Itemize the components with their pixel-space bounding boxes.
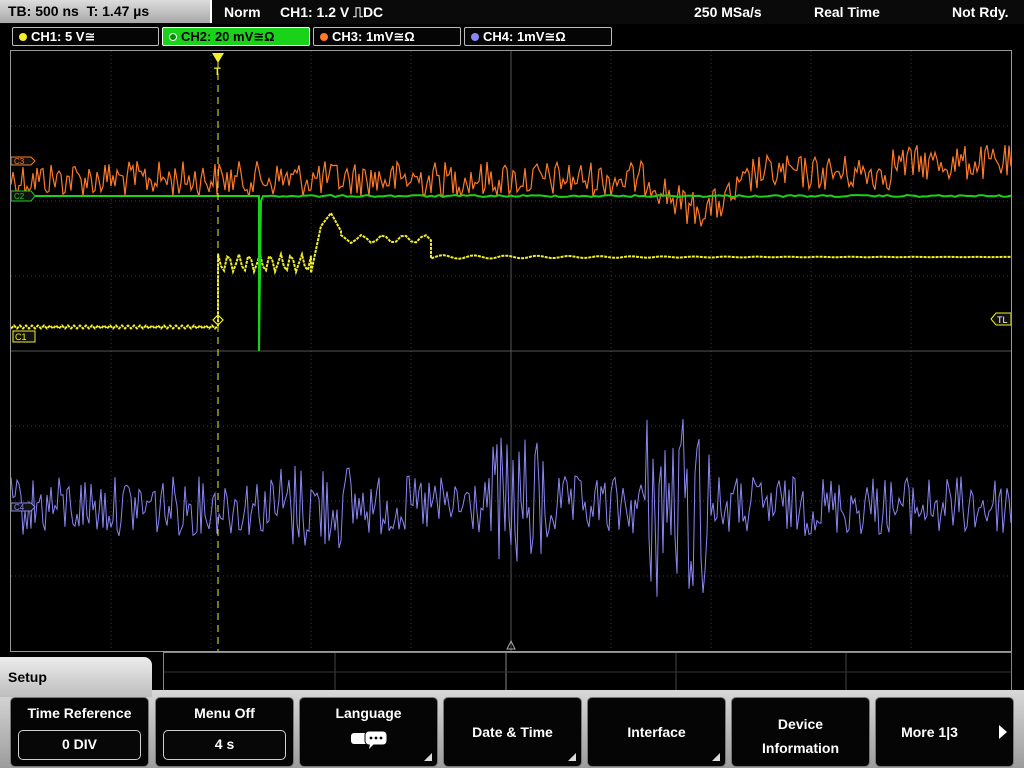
tab-ch3-label: CH3: 1mV≅Ω — [332, 29, 415, 44]
submenu-indicator-icon — [568, 753, 576, 761]
language-label: Language — [335, 705, 402, 721]
tab-ch4[interactable]: CH4: 1mV≅Ω — [464, 27, 612, 46]
device-information-label: Device Information — [762, 716, 839, 756]
interface-button[interactable]: Interface — [587, 697, 726, 767]
ch2-dot-icon — [169, 33, 177, 41]
sample-rate: 250 MSa/s — [694, 4, 762, 20]
waveform-canvas: T C3 C2 C1 C4 TL — [11, 51, 1011, 651]
tab-ch4-label: CH4: 1mV≅Ω — [483, 29, 566, 44]
trigger-level-label: TL — [997, 315, 1008, 325]
timebase-box[interactable]: TB: 500 ns T: 1.47 µs — [0, 0, 212, 23]
submenu-indicator-icon — [712, 753, 720, 761]
speech-bubble-icon — [351, 730, 388, 749]
interface-label: Interface — [627, 724, 686, 740]
trigger-mode[interactable]: Norm — [224, 0, 261, 24]
menu-off-label: Menu Off — [194, 705, 255, 721]
language-button[interactable]: Language — [299, 697, 438, 767]
tab-ch1-label: CH1: 5 V≅ — [31, 29, 96, 44]
tab-ch2[interactable]: CH2: 20 mV≅Ω — [162, 27, 310, 46]
ch2-marker-label: C2 — [14, 192, 25, 201]
trigger-info[interactable]: CH1: 1.2 V ⎍DC — [280, 0, 383, 24]
time-reference-button[interactable]: Time Reference 0 DIV — [10, 697, 149, 767]
submenu-indicator-icon — [424, 753, 432, 761]
ch1-marker[interactable]: C1 — [12, 330, 36, 343]
date-time-label: Date & Time — [472, 724, 553, 740]
ch4-dot-icon — [471, 33, 479, 41]
ch2-marker[interactable]: C2 — [11, 190, 36, 202]
date-time-button[interactable]: Date & Time — [443, 697, 582, 767]
ch1-marker-label: C1 — [15, 332, 27, 342]
acquisition-mode[interactable]: Real Time — [814, 0, 880, 24]
graticule-center — [11, 51, 1011, 651]
tab-ch1[interactable]: CH1: 5 V≅ — [12, 27, 159, 46]
more-button[interactable]: More 1|3 — [875, 697, 1014, 767]
ch4-marker[interactable]: C4 — [11, 502, 36, 512]
ch1-dot-icon — [19, 33, 27, 41]
time-reference-value: 0 DIV — [18, 730, 141, 760]
tab-ch3[interactable]: CH3: 1mV≅Ω — [313, 27, 461, 46]
trigger-level-marker[interactable]: TL — [990, 312, 1011, 326]
device-information-button[interactable]: Device Information — [731, 697, 870, 767]
menu-off-value: 4 s — [163, 730, 286, 760]
ch3-dot-icon — [320, 33, 328, 41]
trigger-status: Not Rdy. — [952, 4, 1009, 20]
arrow-right-icon — [999, 725, 1007, 739]
ch4-marker-label: C4 — [14, 503, 25, 512]
menu-info-strip — [163, 652, 1012, 692]
menu-off-button[interactable]: Menu Off 4 s — [155, 697, 294, 767]
time-reference-label: Time Reference — [27, 705, 132, 721]
more-label: More 1|3 — [901, 724, 958, 740]
menu-title: Setup — [0, 657, 152, 697]
trigger-time-readout: T: 1.47 µs — [86, 3, 150, 19]
trigger-position-label: T — [214, 66, 221, 78]
ch3-marker-label: C3 — [14, 157, 25, 166]
waveform-display[interactable]: T C3 C2 C1 C4 TL — [10, 50, 1012, 652]
tab-ch2-label: CH2: 20 mV≅Ω — [181, 29, 275, 44]
ch3-marker[interactable]: C3 — [11, 156, 36, 166]
timebase-readout: TB: 500 ns — [8, 3, 79, 19]
trigger-position-marker-icon — [212, 53, 224, 63]
